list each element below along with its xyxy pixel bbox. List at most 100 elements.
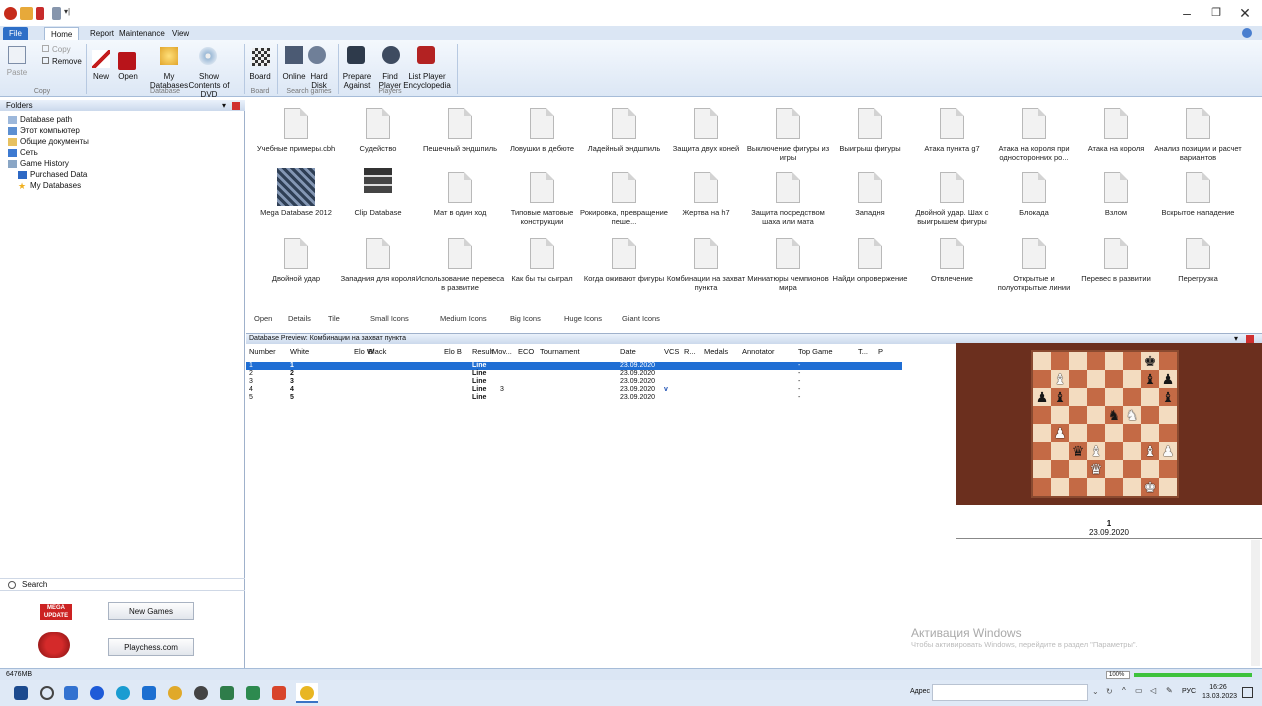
tree-item-database-path[interactable]: Database path — [8, 114, 72, 125]
database-file-item[interactable]: Атака на короля — [1076, 108, 1156, 172]
tree-item-purchased[interactable]: Purchased Data — [18, 169, 87, 180]
database-file-item[interactable]: Двойной удар — [256, 238, 336, 302]
black-queen-icon[interactable]: ♛ — [1072, 444, 1085, 458]
online-button[interactable]: Online — [280, 72, 308, 81]
board-square[interactable] — [1123, 460, 1141, 478]
board-square[interactable] — [1033, 442, 1051, 460]
board-square[interactable] — [1105, 460, 1123, 478]
database-file-item[interactable]: Перегрузка — [1158, 238, 1238, 302]
task-view-icon[interactable] — [64, 686, 78, 700]
view-giant-icons[interactable]: Giant Icons — [622, 312, 660, 325]
board-square[interactable]: ♝ — [1159, 388, 1177, 406]
save-icon[interactable] — [52, 7, 61, 20]
board-square[interactable]: ♟ — [1033, 388, 1051, 406]
board-square[interactable]: ♛ — [1069, 442, 1087, 460]
database-file-item[interactable]: Двойной удар. Шах с выигрышем фигуры — [912, 172, 992, 236]
database-file-item[interactable]: Когда оживают фигуры — [584, 238, 664, 302]
board-square[interactable]: ♟ — [1159, 370, 1177, 388]
open-button[interactable]: Open — [116, 72, 140, 81]
database-file-item[interactable]: Миниатюры чемпионов мира — [747, 238, 829, 302]
board-square[interactable] — [1069, 424, 1087, 442]
player-icon[interactable] — [36, 7, 44, 20]
database-file-item[interactable]: Атака на короля при односторонних ро... — [994, 108, 1074, 172]
board-square[interactable] — [1159, 460, 1177, 478]
view-tile[interactable]: Tile — [328, 312, 340, 325]
app-icon[interactable] — [220, 686, 234, 700]
database-file-item[interactable]: Анализ позиции и расчет вариантов — [1154, 108, 1242, 172]
notation-scrollbar[interactable] — [1251, 540, 1260, 666]
column-header[interactable]: Mov... — [492, 347, 512, 356]
board-square[interactable] — [1105, 442, 1123, 460]
board-square[interactable] — [1123, 370, 1141, 388]
powerpoint-icon[interactable] — [272, 686, 286, 700]
database-file-item[interactable]: Как бы ты сыграл — [502, 238, 582, 302]
panel-close-icon[interactable] — [232, 102, 240, 110]
board-square[interactable]: ♞ — [1123, 406, 1141, 424]
prepare-against-button[interactable]: Prepare Against — [341, 72, 373, 90]
column-header[interactable]: ECO — [518, 347, 534, 356]
tree-item-game-history[interactable]: Game History — [8, 158, 69, 169]
database-file-item[interactable]: Жертва на h7 — [666, 172, 746, 236]
board-square[interactable] — [1033, 406, 1051, 424]
board-square[interactable] — [1087, 424, 1105, 442]
white-pawn-icon[interactable]: ♟ — [1162, 444, 1175, 458]
database-file-item[interactable]: Западня — [830, 172, 910, 236]
board-square[interactable] — [1033, 424, 1051, 442]
white-bishop-icon[interactable]: ♝ — [1144, 444, 1157, 458]
board-square[interactable] — [1069, 406, 1087, 424]
playchess-button[interactable]: Playchess.com — [108, 638, 194, 656]
board-square[interactable]: ♚ — [1141, 478, 1159, 496]
board-square[interactable] — [1087, 352, 1105, 370]
black-king-icon[interactable]: ♚ — [1144, 354, 1157, 368]
board-square[interactable] — [1141, 388, 1159, 406]
mega-update-logo[interactable]: MEGA UPDATE — [40, 604, 72, 620]
board-square[interactable]: ♝ — [1051, 370, 1069, 388]
tree-item-my-databases[interactable]: ★ My Databases — [18, 180, 81, 191]
database-file-item[interactable]: Ловушки в дебюте — [502, 108, 582, 172]
board-square[interactable] — [1123, 352, 1141, 370]
preview-close-icon[interactable] — [1246, 335, 1254, 343]
database-file-item[interactable]: Использование перевеса в развитие — [416, 238, 504, 302]
database-file-item[interactable]: Судейство — [338, 108, 418, 172]
board-square[interactable] — [1105, 352, 1123, 370]
notation-pane[interactable] — [956, 538, 1262, 669]
excel-icon[interactable] — [246, 686, 260, 700]
column-header[interactable]: White — [290, 347, 309, 356]
board-square[interactable] — [1051, 406, 1069, 424]
board-square[interactable] — [1105, 478, 1123, 496]
network-tray-icon[interactable]: ▭ — [1135, 686, 1143, 695]
refresh-icon[interactable]: ↻ — [1106, 687, 1113, 696]
maximize-button[interactable]: ❐ — [1201, 4, 1231, 22]
database-file-item[interactable]: Clip Database — [338, 168, 418, 236]
board-square[interactable] — [1159, 352, 1177, 370]
database-file-item[interactable]: Перевес в развитии — [1076, 238, 1156, 302]
column-header[interactable]: Medals — [704, 347, 728, 356]
table-row[interactable]: 5 5 Line 23.09.2020 - — [246, 394, 902, 402]
database-file-item[interactable]: Типовые матовые конструкции — [502, 172, 582, 236]
board-square[interactable] — [1105, 370, 1123, 388]
white-knight-icon[interactable]: ♞ — [1126, 408, 1139, 422]
column-header[interactable]: T... — [858, 347, 868, 356]
database-file-item[interactable]: Блокада — [994, 172, 1074, 236]
column-header[interactable]: Result — [472, 347, 493, 356]
table-row[interactable]: 1 1 Line 23.09.2020 - — [246, 362, 902, 370]
black-bishop-icon[interactable]: ♝ — [1162, 390, 1175, 404]
board-square[interactable]: ♟ — [1051, 424, 1069, 442]
board-square[interactable] — [1051, 478, 1069, 496]
database-file-item[interactable]: Открытые и полуоткрытые линии — [994, 238, 1074, 302]
white-bishop-icon[interactable]: ♝ — [1054, 372, 1067, 386]
board-square[interactable] — [1123, 424, 1141, 442]
board-button[interactable]: Board — [247, 72, 273, 81]
board-square[interactable] — [1069, 370, 1087, 388]
view-medium-icons[interactable]: Medium Icons — [440, 312, 487, 325]
board-square[interactable] — [1159, 406, 1177, 424]
table-row[interactable]: 2 2 Line 23.09.2020 - — [246, 370, 902, 378]
column-header[interactable]: Annotator — [742, 347, 775, 356]
board-square[interactable] — [1069, 478, 1087, 496]
board-square[interactable] — [1105, 388, 1123, 406]
board-square[interactable] — [1123, 388, 1141, 406]
table-row[interactable]: 4 4 Line 3 23.09.2020 v - — [246, 386, 902, 394]
board-square[interactable] — [1033, 460, 1051, 478]
board-square[interactable]: ♞ — [1105, 406, 1123, 424]
black-bishop-icon[interactable]: ♝ — [1144, 372, 1157, 386]
